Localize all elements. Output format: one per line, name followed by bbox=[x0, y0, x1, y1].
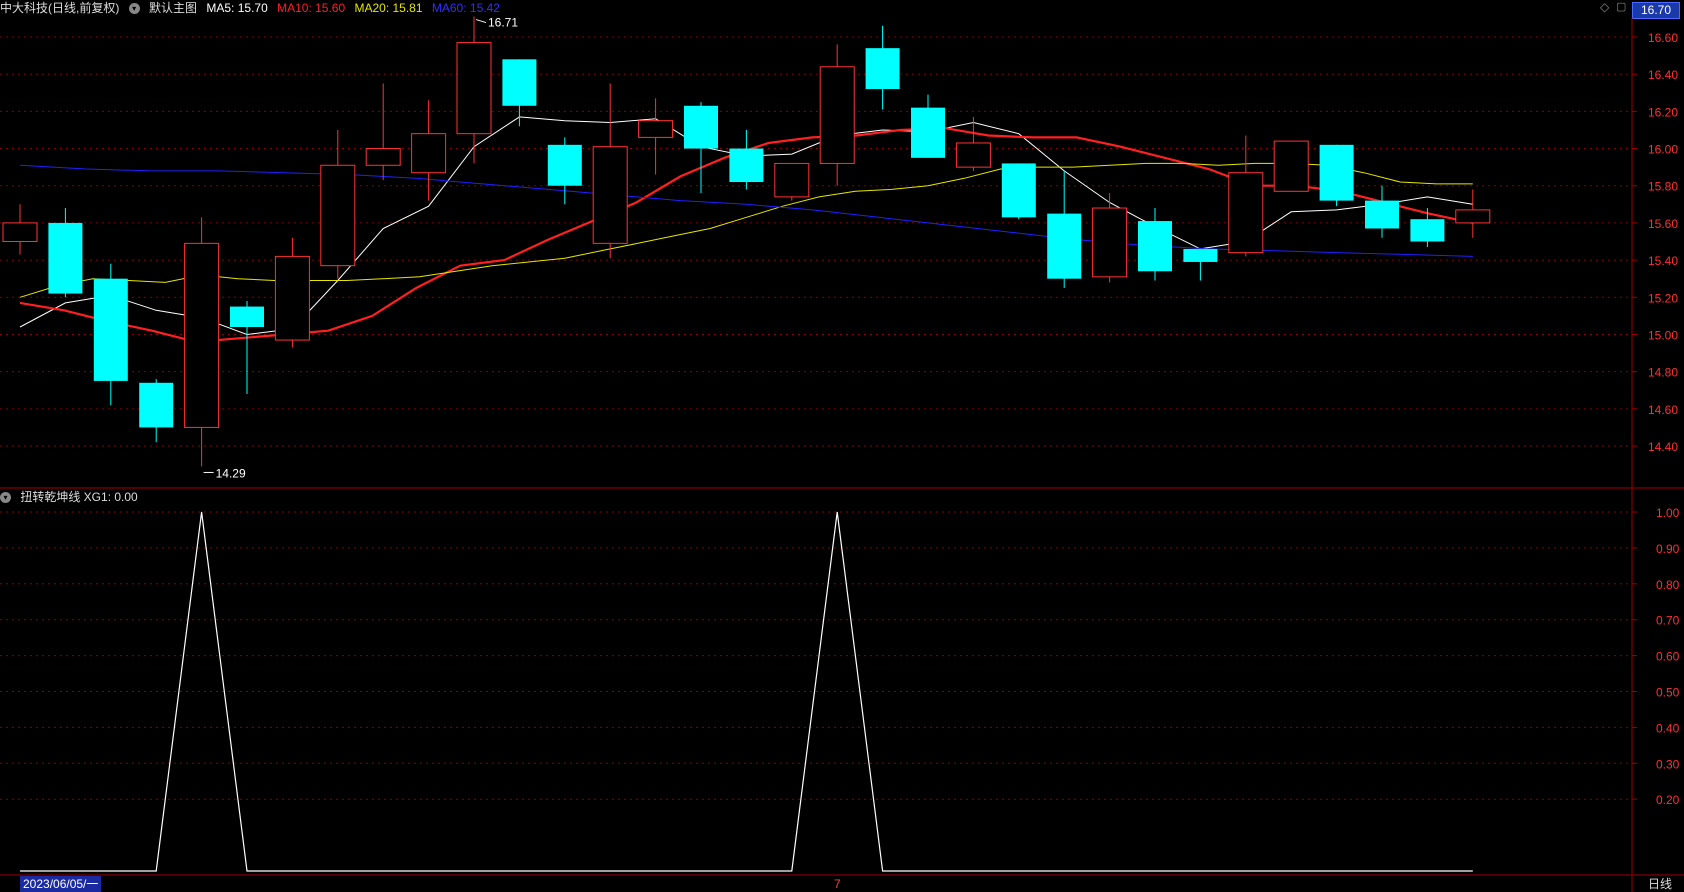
candle-body bbox=[729, 148, 764, 183]
chart-canvas: 16.71 14.29 16.60 16.40 16.20 16.00 15.80 15.6… bbox=[0, 16, 1684, 892]
candle-body bbox=[184, 242, 220, 428]
candle bbox=[1047, 170, 1082, 288]
candle bbox=[774, 162, 810, 201]
candle-body bbox=[684, 105, 718, 149]
candle-body bbox=[955, 142, 991, 168]
candle bbox=[1001, 163, 1036, 220]
candle bbox=[729, 129, 764, 190]
candle bbox=[819, 44, 855, 186]
y-tick-label: 16.60 bbox=[1648, 31, 1678, 45]
candle bbox=[1365, 185, 1399, 238]
y-tick-label: 15.20 bbox=[1648, 291, 1678, 305]
y-tick-label: 0.70 bbox=[1656, 614, 1680, 628]
chart-window: { "header": { "stock_label": "中大科技(日线,前复… bbox=[0, 0, 1684, 892]
candle-body bbox=[320, 164, 356, 267]
candle-body bbox=[592, 146, 628, 244]
candle bbox=[911, 94, 945, 158]
candle bbox=[502, 59, 537, 127]
candle bbox=[547, 137, 582, 205]
y-tick-label: 14.60 bbox=[1648, 403, 1678, 417]
candle bbox=[684, 102, 718, 194]
candle bbox=[1228, 135, 1264, 257]
y-tick-label: 0.90 bbox=[1656, 542, 1680, 556]
candle-body bbox=[819, 66, 855, 164]
time-axis-mark: 7 bbox=[834, 877, 841, 891]
candle-body bbox=[456, 42, 492, 135]
y-tick-label: 16.00 bbox=[1648, 143, 1678, 157]
candle bbox=[1319, 144, 1354, 207]
y-tick-label: 0.60 bbox=[1656, 650, 1680, 664]
candle-body bbox=[911, 107, 945, 158]
candle-body bbox=[502, 59, 537, 106]
candle bbox=[1092, 193, 1128, 283]
main-y-axis: 16.60 16.40 16.20 16.00 15.80 15.60 15.40 15.20… bbox=[1632, 31, 1678, 454]
high-arrow bbox=[475, 19, 487, 24]
candle-body bbox=[1455, 209, 1491, 224]
candle bbox=[592, 83, 628, 259]
candle-body bbox=[1092, 207, 1128, 278]
low-label: 14.29 bbox=[216, 466, 246, 480]
candle bbox=[320, 129, 356, 279]
candle-body bbox=[1410, 219, 1445, 242]
y-tick-label: 15.40 bbox=[1648, 254, 1678, 268]
indicator-grid bbox=[0, 511, 1632, 800]
candle bbox=[865, 25, 900, 110]
indicator-y-axis: 1.00 0.90 0.80 0.70 0.60 0.50 0.40 0.30 0.20 bbox=[1632, 506, 1680, 807]
candle bbox=[2, 204, 38, 255]
y-tick-label: 0.30 bbox=[1656, 757, 1680, 771]
candle-body bbox=[1228, 172, 1264, 254]
candle bbox=[638, 98, 674, 175]
candle bbox=[365, 83, 401, 181]
candle-body bbox=[1319, 144, 1354, 201]
candle-body bbox=[2, 222, 38, 242]
date-cursor-label: 2023/06/05/一 bbox=[20, 876, 102, 892]
candle-body bbox=[774, 162, 810, 198]
candles bbox=[2, 16, 1491, 467]
y-tick-label: 0.80 bbox=[1656, 578, 1680, 592]
candle-body bbox=[274, 255, 310, 341]
y-tick-label: 1.00 bbox=[1656, 506, 1680, 520]
y-tick-label: 16.40 bbox=[1648, 68, 1678, 82]
y-tick-label: 15.80 bbox=[1648, 180, 1678, 194]
main-grid bbox=[0, 36, 1632, 447]
high-label: 16.71 bbox=[488, 16, 518, 30]
candle-body bbox=[139, 382, 174, 428]
candle bbox=[48, 208, 83, 298]
candle-body bbox=[547, 144, 582, 186]
candle bbox=[1273, 140, 1309, 192]
candle-body bbox=[1365, 200, 1399, 229]
candle bbox=[274, 237, 310, 348]
candle-body bbox=[1138, 221, 1172, 272]
candle bbox=[1410, 208, 1445, 248]
candle-body bbox=[1273, 140, 1309, 192]
y-tick-label: 0.20 bbox=[1656, 793, 1680, 807]
period-label[interactable]: 日线 bbox=[1648, 876, 1672, 892]
candle bbox=[93, 263, 128, 406]
candle bbox=[456, 16, 492, 164]
candle-body bbox=[48, 222, 83, 294]
y-tick-label: 15.60 bbox=[1648, 217, 1678, 231]
candle-body bbox=[865, 48, 900, 90]
candle-body bbox=[638, 120, 674, 138]
candle-body bbox=[1047, 213, 1082, 279]
candle bbox=[1455, 189, 1491, 238]
y-tick-label: 14.40 bbox=[1648, 440, 1678, 454]
candle bbox=[230, 300, 264, 394]
candle bbox=[139, 379, 174, 443]
candle bbox=[1138, 208, 1172, 281]
candle-body bbox=[230, 306, 264, 328]
y-tick-label: 0.40 bbox=[1656, 721, 1680, 735]
candle bbox=[184, 217, 220, 467]
candle bbox=[411, 100, 447, 201]
candle-body bbox=[1183, 248, 1218, 262]
candle-body bbox=[1001, 163, 1036, 218]
y-tick-label: 15.00 bbox=[1648, 328, 1678, 342]
y-tick-label: 14.80 bbox=[1648, 366, 1678, 380]
candle bbox=[1183, 248, 1218, 281]
y-tick-label: 0.50 bbox=[1656, 686, 1680, 700]
y-tick-label: 16.20 bbox=[1648, 105, 1678, 119]
candle-body bbox=[365, 148, 401, 166]
candle-body bbox=[93, 278, 128, 381]
candle-body bbox=[411, 133, 447, 174]
